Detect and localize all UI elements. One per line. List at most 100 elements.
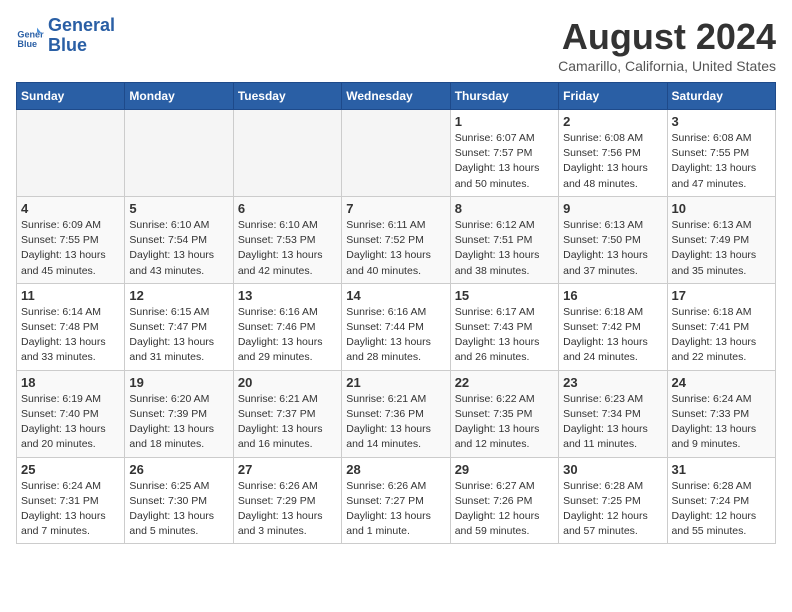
day-number: 3 [672,114,771,129]
logo-icon: General Blue [16,22,44,50]
day-info: Sunrise: 6:12 AM Sunset: 7:51 PM Dayligh… [455,218,554,279]
day-number: 11 [21,288,120,303]
day-number: 14 [346,288,445,303]
week-row-2: 11Sunrise: 6:14 AM Sunset: 7:48 PM Dayli… [17,283,776,370]
day-number: 20 [238,375,337,390]
day-number: 28 [346,462,445,477]
day-number: 29 [455,462,554,477]
page-header: General Blue General Blue August 2024 Ca… [16,16,776,74]
calendar-cell-w2d1: 12 Sunrise: 6:15 AM Sunset: 7:47 PM Dayli… [125,283,233,370]
day-info: Sunrise: 6:22 AM Sunset: 7:35 PM Dayligh… [455,392,554,453]
calendar-cell-w3d3: 21 Sunrise: 6:21 AM Sunset: 7:36 PM Dayli… [342,370,450,457]
day-info: Sunrise: 6:28 AM Sunset: 7:25 PM Dayligh… [563,479,662,540]
day-number: 16 [563,288,662,303]
logo: General Blue General Blue [16,16,115,56]
calendar-cell-w3d1: 19Sunrise: 6:20 AM Sunset: 7:39 PM Dayli… [125,370,233,457]
calendar-cell-w4d3: 28 Sunrise: 6:26 AM Sunset: 7:27 PM Dayli… [342,457,450,544]
day-number: 22 [455,375,554,390]
calendar-cell-w1d6: 10Sunrise: 6:13 AM Sunset: 7:49 PM Dayli… [667,196,775,283]
calendar-cell-w4d5: 30 Sunrise: 6:28 AM Sunset: 7:25 PM Dayli… [559,457,667,544]
day-info: Sunrise: 6:24 AM Sunset: 7:33 PM Dayligh… [672,392,771,453]
day-number: 12 [129,288,228,303]
day-number: 13 [238,288,337,303]
calendar-cell-w2d4: 15Sunrise: 6:17 AM Sunset: 7:43 PM Dayli… [450,283,558,370]
location: Camarillo, California, United States [558,58,776,74]
calendar-cell-w4d0: 25 Sunrise: 6:24 AM Sunset: 7:31 PM Dayli… [17,457,125,544]
calendar-cell-w0d3 [342,110,450,197]
logo-text: General Blue [48,16,115,56]
day-info: Sunrise: 6:16 AM Sunset: 7:44 PM Dayligh… [346,305,445,366]
day-number: 27 [238,462,337,477]
month-title: August 2024 [558,16,776,58]
day-info: Sunrise: 6:18 AM Sunset: 7:42 PM Dayligh… [563,305,662,366]
day-info: Sunrise: 6:19 AM Sunset: 7:40 PM Dayligh… [21,392,120,453]
calendar-cell-w1d5: 9 Sunrise: 6:13 AM Sunset: 7:50 PM Daylig… [559,196,667,283]
calendar-cell-w0d0 [17,110,125,197]
day-number: 23 [563,375,662,390]
calendar-cell-w1d2: 6 Sunrise: 6:10 AM Sunset: 7:53 PM Daylig… [233,196,341,283]
day-number: 7 [346,201,445,216]
weekday-tuesday: Tuesday [233,83,341,110]
week-row-1: 4Sunrise: 6:09 AM Sunset: 7:55 PM Daylig… [17,196,776,283]
day-info: Sunrise: 6:13 AM Sunset: 7:50 PM Dayligh… [563,218,662,279]
day-number: 17 [672,288,771,303]
day-info: Sunrise: 6:27 AM Sunset: 7:26 PM Dayligh… [455,479,554,540]
day-info: Sunrise: 6:24 AM Sunset: 7:31 PM Dayligh… [21,479,120,540]
day-info: Sunrise: 6:08 AM Sunset: 7:55 PM Dayligh… [672,131,771,192]
week-row-4: 25 Sunrise: 6:24 AM Sunset: 7:31 PM Dayli… [17,457,776,544]
day-number: 24 [672,375,771,390]
calendar-cell-w0d4: 1Sunrise: 6:07 AM Sunset: 7:57 PM Daylig… [450,110,558,197]
day-info: Sunrise: 6:17 AM Sunset: 7:43 PM Dayligh… [455,305,554,366]
day-info: Sunrise: 6:07 AM Sunset: 7:57 PM Dayligh… [455,131,554,192]
day-info: Sunrise: 6:25 AM Sunset: 7:30 PM Dayligh… [129,479,228,540]
day-number: 30 [563,462,662,477]
calendar-cell-w2d6: 17 Sunrise: 6:18 AM Sunset: 7:41 PM Dayli… [667,283,775,370]
day-number: 10 [672,201,771,216]
day-number: 18 [21,375,120,390]
day-number: 9 [563,201,662,216]
weekday-monday: Monday [125,83,233,110]
day-info: Sunrise: 6:18 AM Sunset: 7:41 PM Dayligh… [672,305,771,366]
calendar-cell-w0d1 [125,110,233,197]
calendar-cell-w3d0: 18 Sunrise: 6:19 AM Sunset: 7:40 PM Dayli… [17,370,125,457]
day-info: Sunrise: 6:26 AM Sunset: 7:27 PM Dayligh… [346,479,445,540]
day-info: Sunrise: 6:21 AM Sunset: 7:36 PM Dayligh… [346,392,445,453]
day-info: Sunrise: 6:15 AM Sunset: 7:47 PM Dayligh… [129,305,228,366]
calendar-cell-w2d3: 14 Sunrise: 6:16 AM Sunset: 7:44 PM Dayli… [342,283,450,370]
title-block: August 2024 Camarillo, California, Unite… [558,16,776,74]
day-info: Sunrise: 6:21 AM Sunset: 7:37 PM Dayligh… [238,392,337,453]
calendar-cell-w2d5: 16 Sunrise: 6:18 AM Sunset: 7:42 PM Dayli… [559,283,667,370]
weekday-thursday: Thursday [450,83,558,110]
day-number: 19 [129,375,228,390]
day-info: Sunrise: 6:16 AM Sunset: 7:46 PM Dayligh… [238,305,337,366]
day-number: 4 [21,201,120,216]
calendar-cell-w1d0: 4Sunrise: 6:09 AM Sunset: 7:55 PM Daylig… [17,196,125,283]
calendar: SundayMondayTuesdayWednesdayThursdayFrid… [16,82,776,544]
calendar-cell-w3d5: 23 Sunrise: 6:23 AM Sunset: 7:34 PM Dayli… [559,370,667,457]
day-info: Sunrise: 6:11 AM Sunset: 7:52 PM Dayligh… [346,218,445,279]
calendar-cell-w1d4: 8 Sunrise: 6:12 AM Sunset: 7:51 PM Daylig… [450,196,558,283]
calendar-cell-w3d2: 20 Sunrise: 6:21 AM Sunset: 7:37 PM Dayli… [233,370,341,457]
day-number: 26 [129,462,228,477]
calendar-cell-w1d1: 5Sunrise: 6:10 AM Sunset: 7:54 PM Daylig… [125,196,233,283]
day-number: 5 [129,201,228,216]
day-number: 6 [238,201,337,216]
calendar-cell-w4d2: 27Sunrise: 6:26 AM Sunset: 7:29 PM Dayli… [233,457,341,544]
calendar-cell-w4d4: 29 Sunrise: 6:27 AM Sunset: 7:26 PM Dayli… [450,457,558,544]
day-number: 21 [346,375,445,390]
day-info: Sunrise: 6:10 AM Sunset: 7:53 PM Dayligh… [238,218,337,279]
day-info: Sunrise: 6:08 AM Sunset: 7:56 PM Dayligh… [563,131,662,192]
calendar-cell-w1d3: 7 Sunrise: 6:11 AM Sunset: 7:52 PM Daylig… [342,196,450,283]
day-number: 8 [455,201,554,216]
calendar-body: 1Sunrise: 6:07 AM Sunset: 7:57 PM Daylig… [17,110,776,544]
weekday-header-row: SundayMondayTuesdayWednesdayThursdayFrid… [17,83,776,110]
weekday-saturday: Saturday [667,83,775,110]
weekday-friday: Friday [559,83,667,110]
calendar-cell-w2d0: 11Sunrise: 6:14 AM Sunset: 7:48 PM Dayli… [17,283,125,370]
day-info: Sunrise: 6:23 AM Sunset: 7:34 PM Dayligh… [563,392,662,453]
calendar-cell-w3d4: 22 Sunrise: 6:22 AM Sunset: 7:35 PM Dayli… [450,370,558,457]
weekday-sunday: Sunday [17,83,125,110]
calendar-cell-w0d6: 3 Sunrise: 6:08 AM Sunset: 7:55 PM Daylig… [667,110,775,197]
week-row-3: 18 Sunrise: 6:19 AM Sunset: 7:40 PM Dayli… [17,370,776,457]
day-number: 25 [21,462,120,477]
